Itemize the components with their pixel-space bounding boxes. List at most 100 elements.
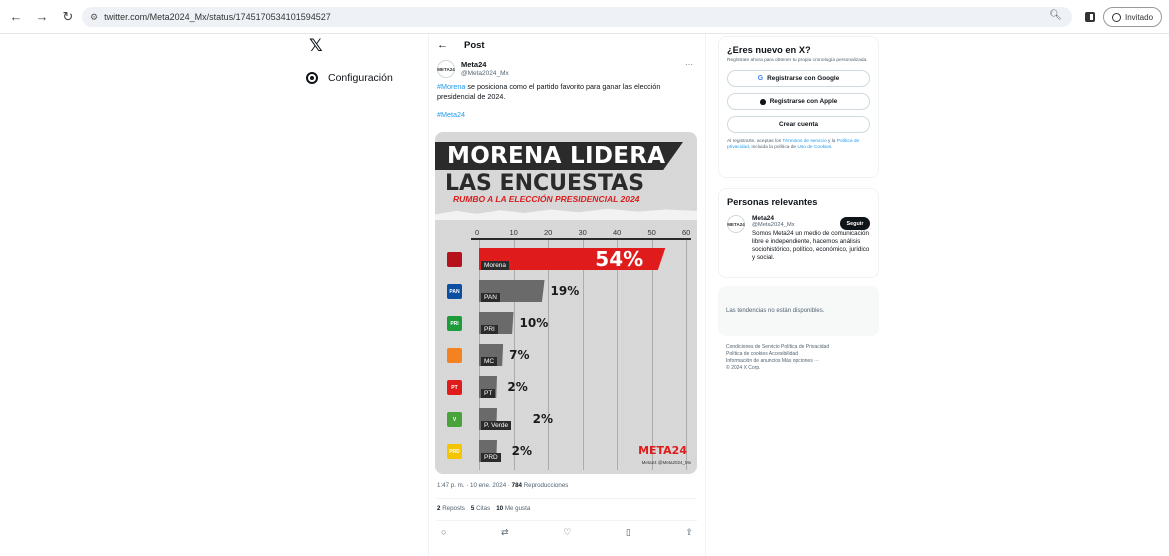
terms-link[interactable]: Términos de servicio xyxy=(782,139,826,144)
post-timestamp[interactable]: 1:47 p. m. · 10 ene. 2024 · xyxy=(437,482,512,489)
likes-stat[interactable]: 10 Me gusta xyxy=(496,505,530,512)
profile-button[interactable]: Invitado xyxy=(1103,7,1163,27)
forward-arrow-icon[interactable]: → xyxy=(32,7,52,27)
percent-label: 2% xyxy=(507,380,528,394)
google-signup-button[interactable]: G Registrarse con Google xyxy=(727,70,870,87)
paper-tear-decoration xyxy=(435,208,697,220)
author-row: META24 Meta24 @Meta2024_Mx ··· xyxy=(429,56,705,78)
avatar[interactable]: META24 xyxy=(437,60,455,78)
graphic-title-line1: MORENA LIDERA xyxy=(435,142,683,170)
graphic-title-line2: LAS ENCUESTAS xyxy=(445,171,645,196)
reposts-stat[interactable]: 2 Reposts xyxy=(437,505,465,512)
tweet-body: se posiciona como el partido favorito pa… xyxy=(437,82,661,101)
trends-card: Las tendencias no están disponibles. xyxy=(718,286,879,336)
site-settings-icon[interactable]: ⚙ xyxy=(90,12,98,23)
follow-button[interactable]: Seguir xyxy=(840,217,870,230)
hashtag-link[interactable]: #Meta24 xyxy=(429,102,705,119)
address-bar[interactable]: ⚙ twitter.com/Meta2024_Mx/status/1745170… xyxy=(82,7,1072,27)
post-meta: 1:47 p. m. · 10 ene. 2024 · 784 Reproduc… xyxy=(437,482,568,489)
signup-subtitle: Regístrate ahora para obtener tu propia … xyxy=(727,58,868,63)
avatar-text: META24 xyxy=(437,66,455,72)
footer-line[interactable]: Condiciones de Servicio Política de Priv… xyxy=(726,344,876,351)
meta24-logo: META24 xyxy=(638,444,687,457)
google-icon: G xyxy=(757,75,764,82)
party-label: P. Verde xyxy=(481,421,512,430)
gridline xyxy=(582,240,584,470)
percent-label: 10% xyxy=(519,316,549,330)
bookmark-icon[interactable]: ▯ xyxy=(626,527,631,538)
hashtag-link[interactable]: #Morena xyxy=(437,82,465,91)
x-logo-icon[interactable]: 𝕏 xyxy=(309,36,416,56)
party-label: Morena xyxy=(481,261,510,270)
gridline xyxy=(617,240,618,470)
graphic-footer: Meta24 @Meta2024_Mx xyxy=(641,460,691,465)
footer-line[interactable]: Política de cookies Accesibilidad xyxy=(726,351,876,358)
party-logo-icon xyxy=(447,252,462,267)
person-bio: Somos Meta24 un medio de comunicación li… xyxy=(752,230,870,261)
footer-line: © 2024 X Corp. xyxy=(726,365,761,371)
percent-label: 7% xyxy=(509,348,530,362)
zoom-icon[interactable]: 🔍︎ xyxy=(1049,10,1062,21)
views-count: 784 xyxy=(511,482,522,489)
sidebar-footer: Condiciones de Servicio Política de Priv… xyxy=(726,344,876,372)
footer-line[interactable]: Información de anuncios Más opciones ··· xyxy=(726,358,876,365)
tick-label: 30 xyxy=(578,228,587,237)
post-image[interactable]: MORENA LIDERA LAS ENCUESTAS RUMBO A LA E… xyxy=(435,132,697,474)
cookies-link[interactable]: Uso de Cookies xyxy=(797,145,831,150)
gridline xyxy=(686,240,687,470)
author-name[interactable]: Meta24 xyxy=(461,60,509,69)
settings-link[interactable]: Configuración xyxy=(306,72,416,84)
tick-label: 50 xyxy=(647,228,656,237)
like-icon[interactable]: ♡ xyxy=(563,527,571,538)
party-label: PRI xyxy=(481,325,498,334)
person-item[interactable]: META24 Meta24 @Meta2024_Mx Somos Meta24 … xyxy=(727,215,870,262)
author-handle[interactable]: @Meta2024_Mx xyxy=(461,70,509,77)
percent-label: 19% xyxy=(550,284,580,298)
create-account-button[interactable]: Crear cuenta xyxy=(727,116,870,133)
signup-card: ¿Eres nuevo en X? Regístrate ahora para … xyxy=(718,36,879,178)
repost-icon[interactable]: ⇄ xyxy=(501,527,509,538)
divider xyxy=(437,498,697,499)
percent-label: 54% xyxy=(595,247,644,271)
back-arrow-icon[interactable]: ← xyxy=(437,39,448,51)
post-stats: 2 Reposts 5 Citas 10 Me gusta xyxy=(437,505,530,512)
tick-label: 10 xyxy=(509,228,518,237)
divider xyxy=(437,520,697,521)
more-options-icon[interactable]: ··· xyxy=(685,60,693,69)
graphic-subtitle: RUMBO A LA ELECCIÓN PRESIDENCIAL 2024 xyxy=(453,194,640,204)
gridline xyxy=(651,240,653,470)
reload-icon[interactable]: ↻ xyxy=(58,7,78,27)
post-header-title: Post xyxy=(464,39,485,51)
tick-label: 40 xyxy=(613,228,622,237)
back-arrow-icon[interactable]: ← xyxy=(6,7,26,27)
party-logo-icon: V xyxy=(447,412,462,427)
reply-icon[interactable]: ○ xyxy=(441,527,446,538)
tick-label: 0 xyxy=(475,228,480,237)
post-header: ← Post xyxy=(429,34,705,56)
profile-icon xyxy=(1112,12,1121,22)
legal-text: Al registrarte, aceptas los Términos de … xyxy=(727,139,860,150)
signup-title: ¿Eres nuevo en X? xyxy=(727,45,811,55)
party-logo-icon: PRD xyxy=(447,444,462,459)
avatar-text: META24 xyxy=(727,221,745,227)
gridline xyxy=(548,240,549,470)
relevant-people-card: Personas relevantes META24 Meta24 @Meta2… xyxy=(718,188,879,278)
party-label: PAN xyxy=(481,293,500,302)
share-icon[interactable]: ⇧ xyxy=(685,527,693,538)
views-label: Reproducciones xyxy=(521,482,569,489)
left-navigation: 𝕏 Configuración xyxy=(306,36,416,84)
gear-icon xyxy=(306,72,318,84)
percent-label: 2% xyxy=(511,444,532,458)
party-logo-icon: PRI xyxy=(447,316,462,331)
avatar[interactable]: META24 xyxy=(727,215,745,233)
apple-icon xyxy=(759,98,766,105)
percent-label: 2% xyxy=(532,412,553,426)
apple-signup-button[interactable]: Registrarse con Apple xyxy=(727,93,870,110)
party-label: PRD xyxy=(481,453,501,462)
side-panel-icon[interactable] xyxy=(1085,12,1095,22)
quotes-stat[interactable]: 5 Citas xyxy=(471,505,490,512)
party-label: MC xyxy=(481,357,498,366)
profile-label: Invitado xyxy=(1125,12,1154,22)
tick-label: 60 xyxy=(682,228,691,237)
url-text: twitter.com/Meta2024_Mx/status/174517053… xyxy=(104,12,331,22)
